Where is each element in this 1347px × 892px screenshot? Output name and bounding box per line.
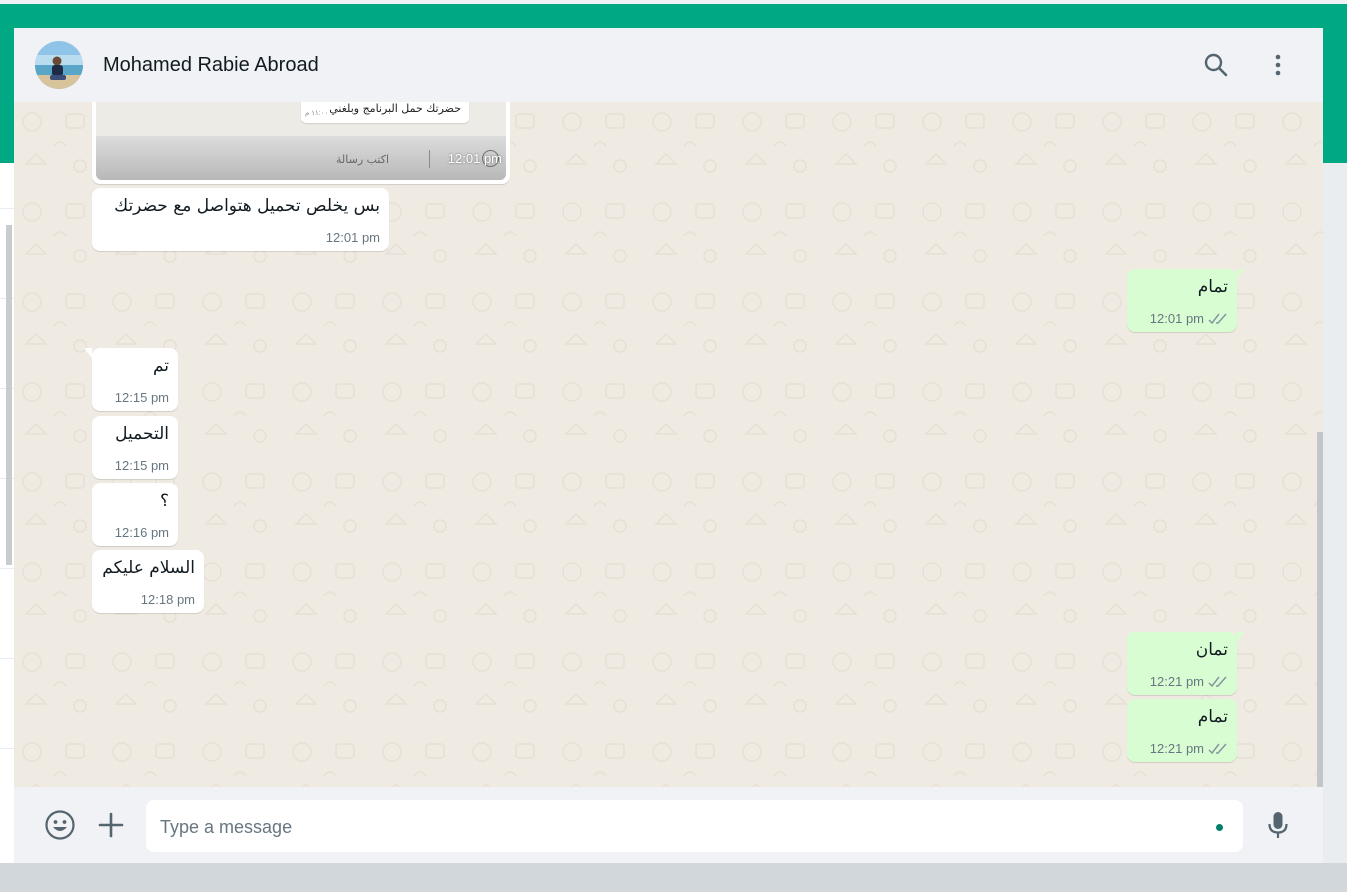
double-check-icon xyxy=(1208,313,1227,324)
image-preview-card: حضرتك حمل البرنامج وبلغني ١١:٠٠ م xyxy=(301,102,469,123)
incoming-message[interactable]: السلام عليكم 12:18 pm xyxy=(92,550,204,613)
bubble-tail xyxy=(1237,269,1245,279)
message-text: تمان xyxy=(1195,640,1228,660)
image-preview-input-text: اكتب رسالة xyxy=(336,153,390,166)
message-text: التحميل xyxy=(115,424,169,444)
voice-message-button[interactable] xyxy=(1260,807,1296,843)
incoming-message[interactable]: ؟ 12:16 pm xyxy=(92,483,178,546)
message-input-box[interactable] xyxy=(146,800,1243,852)
attach-button[interactable] xyxy=(93,807,129,843)
status-dot xyxy=(1216,824,1223,831)
message-time: 12:16 pm xyxy=(114,525,169,540)
message-meta: 12:21 pm xyxy=(1150,674,1228,689)
incoming-message[interactable]: التحميل 12:15 pm xyxy=(92,416,178,479)
message-time: 12:15 pm xyxy=(114,458,169,473)
message-time: 12:01 pm xyxy=(447,151,502,166)
message-meta: 12:18 pm xyxy=(141,592,195,607)
message-meta: 12:15 pm xyxy=(115,390,169,405)
avatar[interactable] xyxy=(35,41,83,89)
message-text: تمام xyxy=(1197,277,1228,297)
image-preview-text: حضرتك حمل البرنامج وبلغني xyxy=(329,102,461,115)
message-time: 12:15 pm xyxy=(114,390,169,405)
message-meta: 12:16 pm xyxy=(115,525,169,540)
message-meta: 12:01 pm xyxy=(1150,311,1228,326)
bottom-band xyxy=(0,863,1347,892)
outgoing-message[interactable]: تمام 12:01 pm xyxy=(1127,269,1245,332)
bubble-tail xyxy=(84,348,92,358)
outgoing-message[interactable]: تمان 12:21 pm xyxy=(1127,632,1245,695)
image-preview-separator xyxy=(429,150,430,168)
incoming-message[interactable]: بس يخلص تحميل هتواصل مع حضرتك 12:01 pm xyxy=(92,188,389,251)
microphone-icon xyxy=(1268,812,1288,838)
image-preview[interactable]: حضرتك حمل البرنامج وبلغني ١١:٠٠ م اكتب ر… xyxy=(96,102,506,180)
message-text: السلام عليكم xyxy=(102,558,195,578)
image-preview-subtext: ١١:٠٠ م xyxy=(305,110,329,117)
search-button[interactable] xyxy=(1199,48,1233,82)
outgoing-message[interactable]: تمام 12:21 pm xyxy=(1127,699,1237,762)
menu-button[interactable] xyxy=(1261,48,1295,82)
double-check-icon xyxy=(1208,676,1227,687)
message-time: 12:21 pm xyxy=(1149,741,1204,756)
emoji-button[interactable] xyxy=(42,807,78,843)
double-check-icon xyxy=(1208,743,1227,754)
message-list[interactable]: حضرتك حمل البرنامج وبلغني ١١:٠٠ م اكتب ر… xyxy=(14,102,1323,787)
message-text: بس يخلص تحميل هتواصل مع حضرتك xyxy=(114,196,380,216)
plus-icon xyxy=(98,812,124,838)
kebab-menu-icon xyxy=(1275,54,1281,76)
message-meta: 12:01 pm xyxy=(326,230,380,245)
screen: Mohamed Rabie Abroad حضرتك حمل البرنامج … xyxy=(0,0,1347,892)
message-time: 12:21 pm xyxy=(1149,674,1204,689)
conversation-window: Mohamed Rabie Abroad حضرتك حمل البرنامج … xyxy=(14,28,1323,863)
contact-name[interactable]: Mohamed Rabie Abroad xyxy=(103,54,319,77)
image-preview-bar: اكتب رسالة xyxy=(96,136,506,180)
conversation-header: Mohamed Rabie Abroad xyxy=(14,28,1323,102)
bubble-tail xyxy=(1237,632,1245,642)
image-message[interactable]: حضرتك حمل البرنامج وبلغني ١١:٠٠ م اكتب ر… xyxy=(92,102,510,184)
composer xyxy=(14,787,1323,863)
incoming-message[interactable]: تم 12:15 pm xyxy=(84,348,178,411)
message-meta: 12:21 pm xyxy=(1150,741,1228,756)
right-edge xyxy=(1323,163,1347,863)
emoji-icon xyxy=(45,810,75,840)
message-input[interactable] xyxy=(158,808,1202,846)
chat-list-scrollbar[interactable] xyxy=(6,225,12,565)
message-time: 12:18 pm xyxy=(140,592,195,607)
message-meta: 12:15 pm xyxy=(115,458,169,473)
search-icon xyxy=(1204,53,1228,77)
message-time: 12:01 pm xyxy=(325,230,380,245)
message-text: تم xyxy=(152,356,169,376)
message-text: ؟ xyxy=(159,491,169,511)
message-list-scrollbar[interactable] xyxy=(1317,432,1323,787)
message-text: تمام xyxy=(1197,707,1228,727)
message-time: 12:01 pm xyxy=(1149,311,1204,326)
